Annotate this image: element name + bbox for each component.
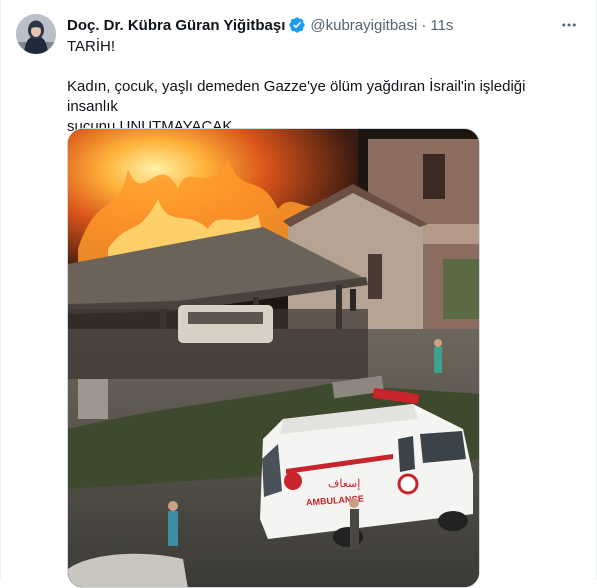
author-name[interactable]: Doç. Dr. Kübra Güran Yiğitbaşı: [67, 17, 285, 34]
separator-dot: ·: [421, 16, 427, 34]
avatar[interactable]: [16, 14, 56, 54]
more-horizontal-icon[interactable]: [558, 14, 580, 36]
tweet-text-line: TARİH!: [67, 38, 116, 55]
tweet-text-line: Kadın, çocuk, yaşlı demeden Gazze'ye ölü…: [67, 78, 526, 115]
tweet-header: Doç. Dr. Kübra Güran Yiğitbaşı @kubrayig…: [67, 15, 556, 35]
timestamp[interactable]: 11s: [430, 17, 453, 34]
author-handle[interactable]: @kubrayigitbasi: [310, 17, 417, 34]
tweet-photo[interactable]: إسعاف AMBULANCE: [67, 128, 480, 588]
ambulance-arabic: إسعاف: [328, 477, 360, 490]
tweet-card[interactable]: Doç. Dr. Kübra Güran Yiğitbaşı @kubrayig…: [0, 0, 597, 588]
verified-badge-icon: [288, 16, 306, 34]
avatar-image: [16, 14, 56, 54]
photo-fire-ambulance: إسعاف AMBULANCE: [68, 129, 479, 587]
tweet-text: TARİH! Kadın, çocuk, yaşlı demeden Gazze…: [67, 37, 577, 137]
